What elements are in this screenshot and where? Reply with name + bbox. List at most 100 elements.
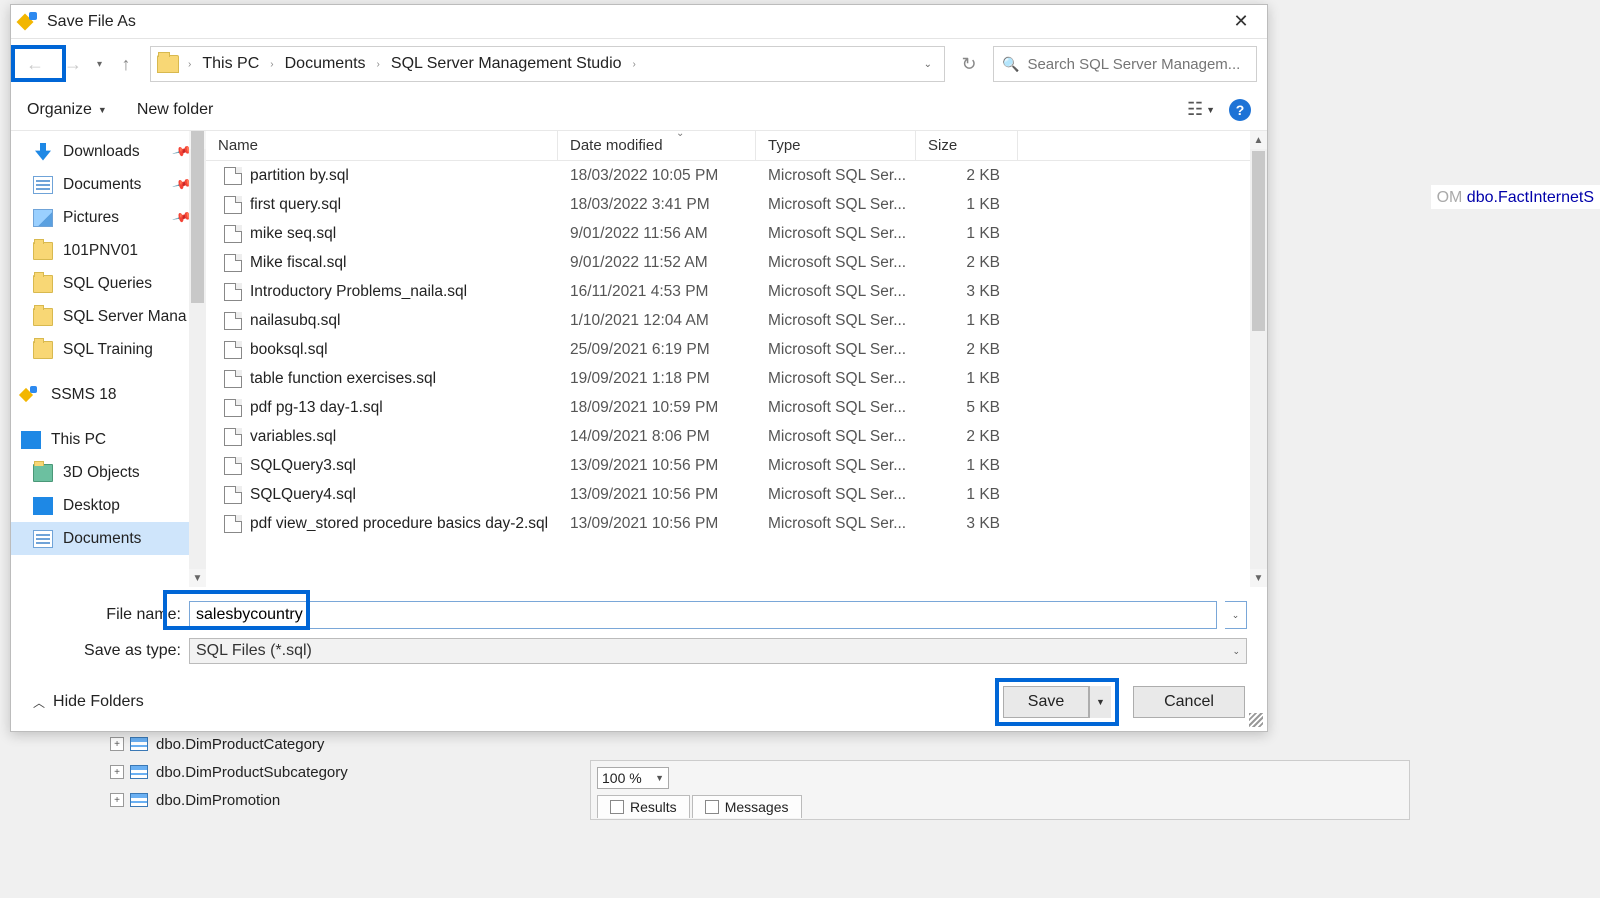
filename-dropdown[interactable]: ⌄ [1225,601,1247,629]
filename-input[interactable] [189,601,1217,629]
chevron-down-icon: ▼ [1206,105,1215,115]
hide-folders-button[interactable]: ︿Hide Folders [33,693,144,711]
nav-bar: ← → ▾ ↑ › This PC › Documents › SQL Serv… [11,39,1267,89]
filename-panel: File name: ⌄ Save as type: SQL Files (*.… [11,587,1267,673]
nav-downloads[interactable]: Downloads📌 [11,135,206,168]
nav-history-dropdown[interactable]: ▾ [97,59,102,70]
nav-back-button[interactable]: ← [21,50,49,78]
sql-file-icon [224,312,242,330]
file-row[interactable]: partition by.sql18/03/2022 10:05 PMMicro… [206,161,1250,190]
crumb-ssms[interactable]: SQL Server Management Studio [385,55,628,73]
file-row[interactable]: table function exercises.sql19/09/2021 1… [206,364,1250,393]
file-row[interactable]: Introductory Problems_naila.sql16/11/202… [206,277,1250,306]
scroll-up-button[interactable]: ▲ [1250,131,1267,149]
help-button[interactable]: ? [1229,99,1251,121]
expand-icon[interactable]: + [110,737,124,751]
chevron-up-icon: ︿ [33,694,45,711]
sql-file-icon [224,341,242,359]
breadcrumb-path[interactable]: › This PC › Documents › SQL Server Manag… [150,46,945,82]
desktop-icon [33,497,53,515]
save-dropdown[interactable]: ▼ [1089,686,1111,718]
nav-forward-button[interactable]: → [59,50,87,78]
file-row[interactable]: first query.sql18/03/2022 3:41 PMMicroso… [206,190,1250,219]
column-header-row: Name Date modified Type Size ⌄ [206,131,1250,161]
tree-node[interactable]: +dbo.DimPromotion [110,786,348,814]
view-mode-button[interactable]: ☷▼ [1187,99,1215,120]
expand-icon[interactable]: + [110,765,124,779]
col-type[interactable]: Type [756,131,916,160]
nav-ssms[interactable]: SSMS 18 [11,378,206,411]
scroll-thumb[interactable] [1252,151,1265,331]
sql-file-icon [224,283,242,301]
file-row[interactable]: booksql.sql25/09/2021 6:19 PMMicrosoft S… [206,335,1250,364]
nav-this-pc[interactable]: This PC [11,423,206,456]
new-folder-button[interactable]: New folder [137,101,213,119]
nav-folder[interactable]: SQL Server Mana [11,300,206,333]
sql-file-icon [224,515,242,533]
scroll-down-button[interactable]: ▼ [189,569,206,587]
chevron-right-icon: › [186,59,193,70]
file-scrollbar[interactable]: ▲ ▼ [1250,131,1267,587]
crumb-pc[interactable]: This PC [196,55,265,73]
file-row[interactable]: pdf pg-13 day-1.sql18/09/2021 10:59 PMMi… [206,393,1250,422]
col-date[interactable]: Date modified [558,131,756,160]
sql-file-icon [224,399,242,417]
nav-folder[interactable]: SQL Training [11,333,206,366]
save-type-select[interactable]: SQL Files (*.sql)⌄ [189,638,1247,664]
path-dropdown[interactable]: ⌄ [918,59,938,70]
nav-documents[interactable]: Documents📌 [11,168,206,201]
expand-icon[interactable]: + [110,793,124,807]
nav-folder[interactable]: SQL Queries [11,267,206,300]
file-row[interactable]: mike seq.sql9/01/2022 11:56 AMMicrosoft … [206,219,1250,248]
nav-up-button[interactable]: ↑ [112,50,140,78]
nav-3d-objects[interactable]: 3D Objects [11,456,206,489]
sql-file-icon [224,254,242,272]
tree-node[interactable]: +dbo.DimProductCategory [110,730,348,758]
file-row[interactable]: SQLQuery4.sql13/09/2021 10:56 PMMicrosof… [206,480,1250,509]
chevron-down-icon: ▼ [655,773,664,783]
col-name[interactable]: Name [206,131,558,160]
downloads-icon [33,143,53,161]
file-row[interactable]: nailasubq.sql1/10/2021 12:04 AMMicrosoft… [206,306,1250,335]
file-row[interactable]: variables.sql14/09/2021 8:06 PMMicrosoft… [206,422,1250,451]
documents-icon [33,176,53,194]
pictures-icon [33,209,53,227]
crumb-documents[interactable]: Documents [279,55,372,73]
ssms-icon [19,12,39,32]
save-button[interactable]: Save [1003,686,1089,718]
nav-documents-pc[interactable]: Documents [11,522,206,555]
table-icon [130,793,148,807]
objects-icon [33,464,53,482]
scroll-thumb[interactable] [191,131,204,303]
cancel-button[interactable]: Cancel [1133,686,1245,718]
nav-pictures[interactable]: Pictures📌 [11,201,206,234]
resize-grip[interactable] [1249,713,1263,727]
messages-tab[interactable]: Messages [692,795,802,818]
file-row[interactable]: SQLQuery3.sql13/09/2021 10:56 PMMicrosof… [206,451,1250,480]
close-button[interactable]: ✕ [1223,7,1259,37]
results-tab[interactable]: Results [597,795,690,818]
tree-node[interactable]: +dbo.DimProductSubcategory [110,758,348,786]
nav-pane: Downloads📌 Documents📌 Pictures📌 101PNV01… [11,131,206,587]
folder-icon [157,55,179,73]
sql-file-icon [224,167,242,185]
nav-desktop[interactable]: Desktop [11,489,206,522]
scroll-down-button[interactable]: ▼ [1250,569,1267,587]
sql-file-icon [224,196,242,214]
organize-button[interactable]: Organize▼ [27,101,107,119]
ssms-icon [21,386,41,404]
dialog-footer: ︿Hide Folders Save ▼ Cancel [11,673,1267,731]
file-row[interactable]: pdf view_stored procedure basics day-2.s… [206,509,1250,538]
search-input[interactable] [1027,56,1248,73]
sql-file-icon [224,428,242,446]
col-size[interactable]: Size [916,131,1018,160]
zoom-select[interactable]: 100 %▼ [597,767,669,789]
results-bar: 100 %▼ Results Messages [590,760,1410,820]
refresh-button[interactable] [955,50,983,78]
nav-folder[interactable]: 101PNV01 [11,234,206,267]
search-box[interactable] [993,46,1257,82]
object-explorer-fragment: +dbo.DimProductCategory +dbo.DimProductS… [110,730,348,814]
file-row[interactable]: Mike fiscal.sql9/01/2022 11:52 AMMicroso… [206,248,1250,277]
editor-snippet: OM dbo.FactInternetS [1431,185,1600,209]
nav-scrollbar[interactable]: ▲ ▼ [189,131,206,587]
